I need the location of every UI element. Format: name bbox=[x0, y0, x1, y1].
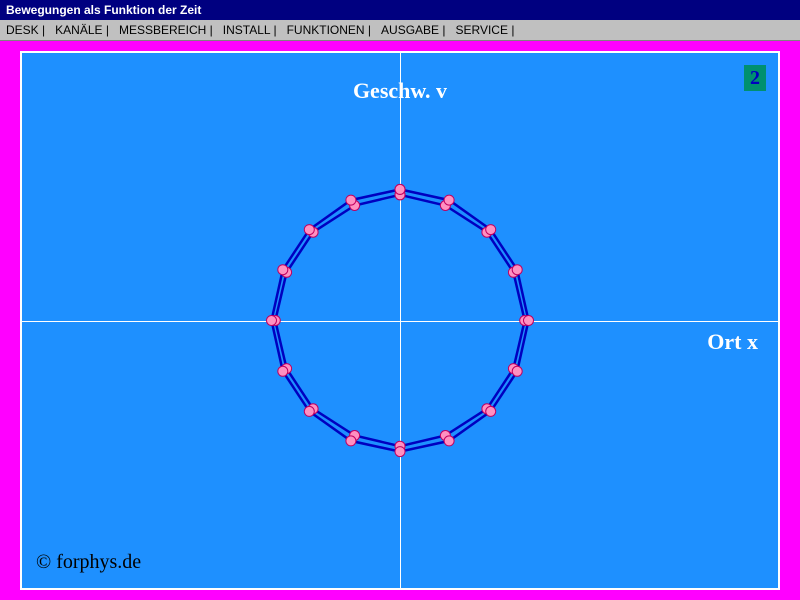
data-point bbox=[444, 436, 454, 446]
data-point bbox=[346, 195, 356, 205]
menu-service[interactable]: SERVICE | bbox=[456, 20, 515, 40]
data-point bbox=[278, 366, 288, 376]
series-markers bbox=[267, 184, 534, 456]
window-titlebar: Bewegungen als Funktion der Zeit bbox=[0, 0, 800, 20]
data-point bbox=[278, 265, 288, 275]
data-point bbox=[304, 406, 314, 416]
data-point bbox=[304, 225, 314, 235]
plot-frame: Geschw. v Ort x © forphys.de 2 bbox=[0, 41, 800, 600]
data-point bbox=[444, 195, 454, 205]
data-point bbox=[346, 436, 356, 446]
data-point bbox=[512, 366, 522, 376]
menu-funktionen[interactable]: FUNKTIONEN | bbox=[287, 20, 371, 40]
data-point bbox=[486, 406, 496, 416]
plot-svg bbox=[22, 53, 778, 588]
menu-desk[interactable]: DESK | bbox=[6, 20, 45, 40]
menu-messbereich[interactable]: MESSBEREICH | bbox=[119, 20, 213, 40]
data-point bbox=[524, 316, 534, 326]
data-point bbox=[267, 316, 277, 326]
menu-ausgabe[interactable]: AUSGABE | bbox=[381, 20, 445, 40]
data-point bbox=[512, 265, 522, 275]
plot-area: Geschw. v Ort x © forphys.de 2 bbox=[20, 51, 780, 590]
data-point bbox=[395, 447, 405, 457]
data-point bbox=[395, 184, 405, 194]
menu-install[interactable]: INSTALL | bbox=[223, 20, 277, 40]
menu-kanaele[interactable]: KANÄLE | bbox=[55, 20, 109, 40]
data-point bbox=[486, 225, 496, 235]
menubar: DESK | KANÄLE | MESSBEREICH | INSTALL | … bbox=[0, 20, 800, 41]
window-title: Bewegungen als Funktion der Zeit bbox=[6, 3, 201, 17]
